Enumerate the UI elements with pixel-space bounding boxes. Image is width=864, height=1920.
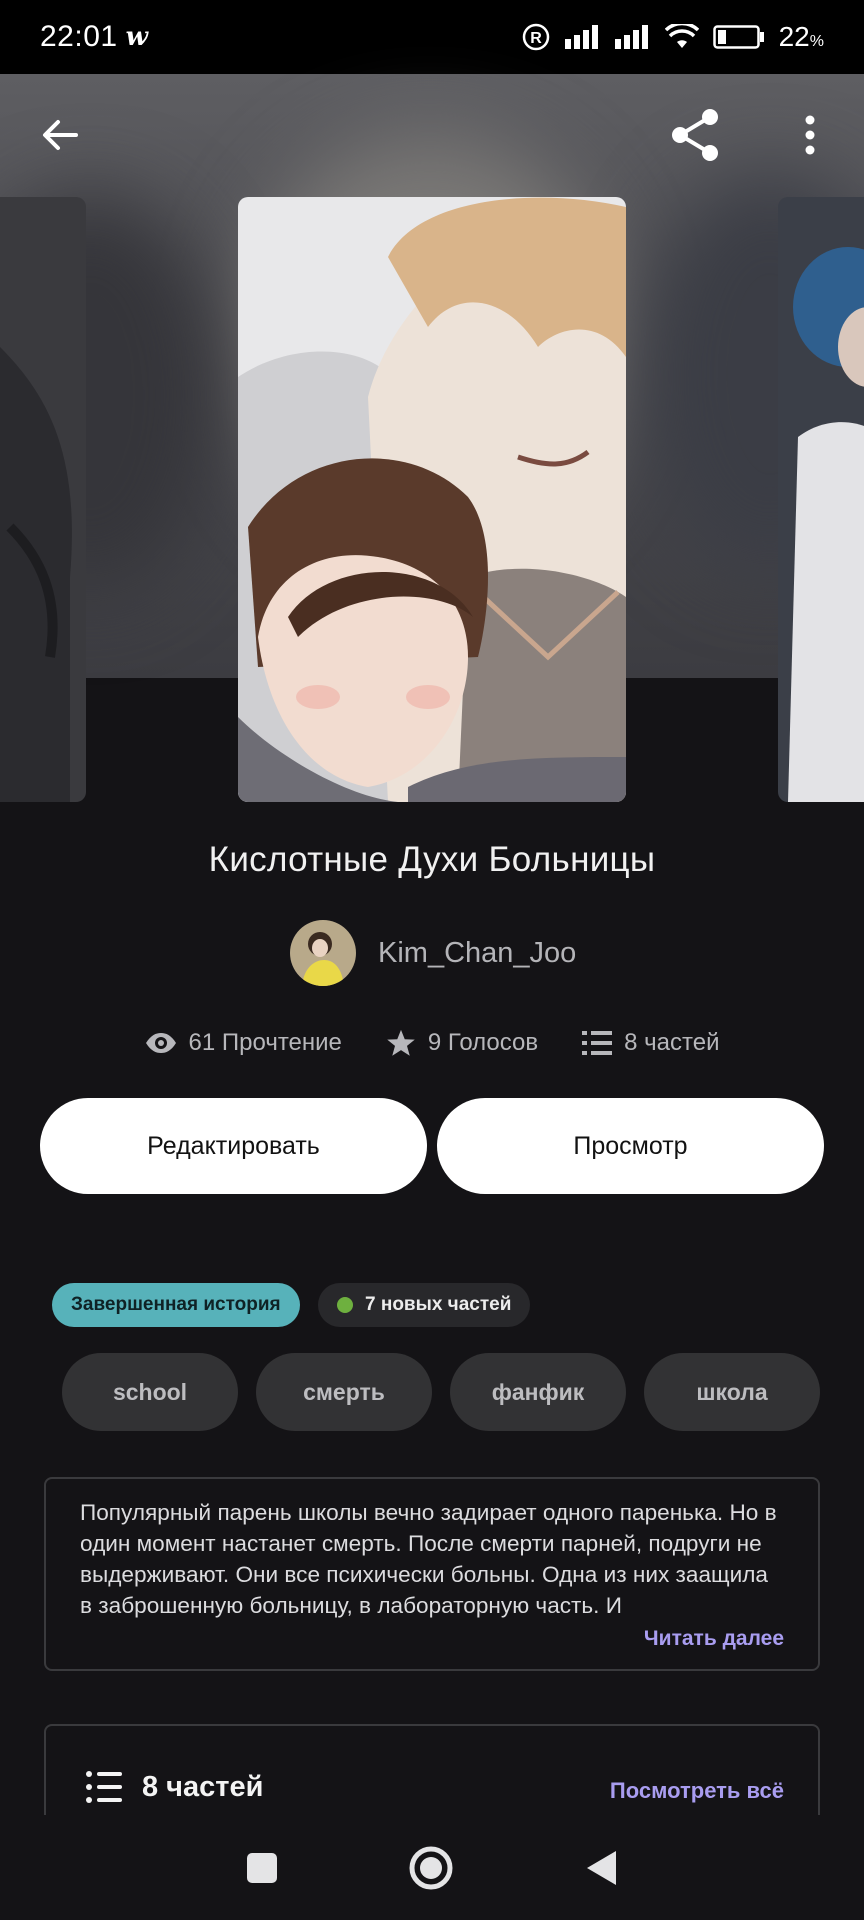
share-icon [672,109,718,161]
completed-story-badge: Завершенная история [52,1283,300,1327]
parts-count: 8 частей [624,1029,720,1056]
signal-icon-2 [614,25,648,49]
see-all-link[interactable]: Посмотреть всё [610,1778,784,1804]
next-story-cover[interactable] [778,197,864,802]
registered-icon: R [522,23,549,51]
wattpad-notification-icon: w [125,22,148,52]
kebab-menu-icon [805,115,815,155]
description-box: Популярный парень школы вечно задирает о… [44,1477,820,1671]
previous-story-cover[interactable] [0,197,86,802]
story-cover-image [238,197,626,802]
reads-stat: 61 Прочтение [145,1028,342,1058]
tag-death[interactable]: смерть [256,1353,432,1431]
home-icon[interactable] [408,1845,454,1891]
author-name[interactable]: Kim_Chan_Joo [378,937,576,970]
tag-fanfic[interactable]: фанфик [450,1353,626,1431]
description-text: Популярный парень школы вечно задирает о… [80,1500,777,1618]
arrow-left-icon [43,120,78,150]
more-options-button[interactable] [770,95,850,175]
author-avatar[interactable] [290,920,356,986]
system-nav-bar [0,1815,864,1920]
new-parts-label: 7 новых частей [365,1294,512,1315]
votes-count: 9 Голосов [427,1029,539,1056]
battery-fill [717,30,726,44]
preview-button[interactable]: Просмотр [437,1098,824,1194]
list-icon [582,1031,613,1055]
votes-stat: 9 Голосов [386,1028,538,1058]
parts-header: 8 частей [86,1770,263,1804]
back-nav-icon[interactable] [584,1849,618,1887]
back-button[interactable] [20,95,100,175]
list-icon [86,1771,122,1803]
read-more-link[interactable]: Читать далее [644,1627,784,1651]
parts-title: 8 частей [142,1770,264,1803]
star-icon [387,1029,415,1056]
new-parts-badge: 7 новых частей [318,1283,531,1327]
parts-stat: 8 частей [582,1028,719,1058]
svg-text:R: R [530,30,542,47]
wifi-icon [664,24,699,48]
recent-apps-icon[interactable] [246,1852,278,1884]
eye-icon [145,1033,176,1053]
reads-count: 61 Прочтение [188,1029,342,1056]
battery-icon [712,25,764,49]
status-bar: 22:01 w R 22% [0,0,864,74]
tag-shkola[interactable]: школа [644,1353,820,1431]
tag-list: school смерть фанфик школа [62,1353,820,1431]
signal-icon [564,25,598,49]
story-title: Кислотные Духи Больницы [208,840,656,879]
green-dot-icon [337,1297,353,1313]
battery-text: 22% [778,21,824,52]
edit-button[interactable]: Редактировать [40,1098,427,1194]
status-icons: R 22% [521,21,824,53]
tag-school[interactable]: school [62,1353,238,1431]
story-stats: 61 Прочтение 9 Голосов 8 частей [0,1028,864,1058]
status-time: 22:01 [40,20,118,53]
author-row[interactable]: Kim_Chan_Joo [290,920,576,986]
share-button[interactable] [656,95,736,175]
